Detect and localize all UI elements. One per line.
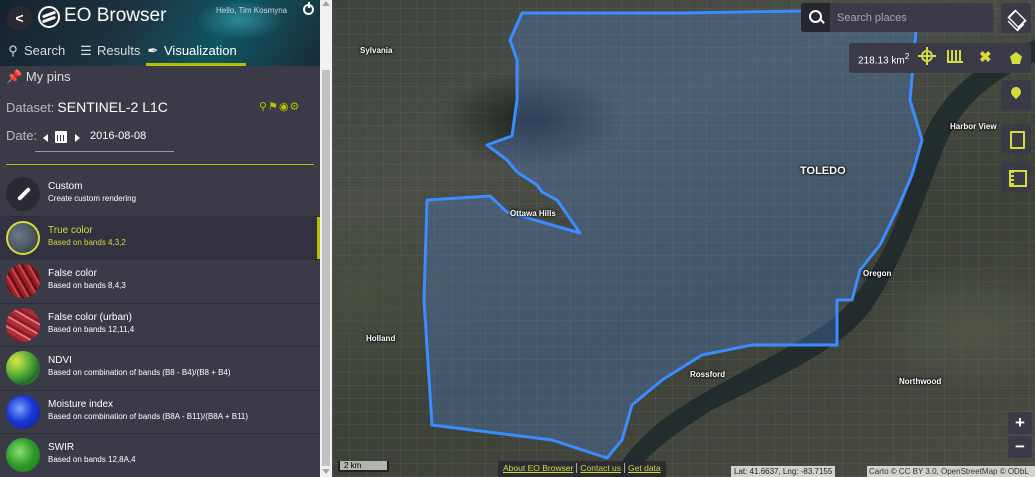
divider [6, 164, 314, 165]
layer-name: SWIR [48, 442, 75, 453]
layer-name: False color [48, 268, 97, 279]
layer-description: Create custom rendering [48, 194, 137, 203]
date-value[interactable]: 2016-08-08 [90, 130, 146, 142]
draw-aoi-pentagon-icon[interactable] [1001, 43, 1031, 73]
sidebar: < EO Browser Hello, Tim Kosmyna ⚲ Search … [0, 0, 332, 477]
layer-description: Based on bands 12,11,4 [48, 324, 135, 334]
clear-aoi-icon[interactable]: ✖ [979, 48, 992, 66]
layer-item-swir[interactable]: SWIR Based on bands 12,8A,4 [0, 434, 320, 477]
center-on-aoi-icon[interactable] [918, 47, 936, 65]
pin-icon[interactable]: ⚑ [268, 101, 279, 113]
layer-item-custom[interactable]: Custom Create custom rendering [0, 173, 320, 217]
layer-item-false-color-urban[interactable]: False color (urban) Based on bands 12,11… [0, 304, 320, 347]
zoom-in-button[interactable]: + [1008, 412, 1032, 434]
search-icon: ⚲ [8, 43, 18, 58]
contact-link[interactable]: Contact us [577, 463, 626, 473]
map-label-northwood: Northwood [899, 377, 942, 386]
my-pins-label: My pins [25, 69, 71, 84]
search-icon[interactable]: ⚲ [259, 101, 268, 113]
gear-icon[interactable]: ⚙ [290, 101, 301, 113]
layer-thumbnail [6, 307, 40, 342]
scroll-up-arrow-icon[interactable] [322, 1, 330, 6]
logout-power-icon[interactable] [303, 2, 314, 15]
layer-name: False color (urban) [48, 311, 132, 323]
tab-search-label: Search [24, 43, 66, 58]
layer-name: Custom [48, 181, 83, 192]
pin-icon: 📌 [6, 69, 23, 84]
map-layers-icon[interactable] [1001, 3, 1031, 33]
brush-icon: ✒ [147, 43, 159, 58]
layer-description: Based on combination of bands (B8A - B11… [48, 411, 249, 421]
layer-thumbnail [6, 264, 40, 298]
sliders-icon: ☰ [80, 43, 92, 58]
layer-name: True color [48, 224, 93, 236]
tab-visualization[interactable]: ✒ Visualization [146, 40, 246, 66]
aoi-area-text: 218.13 km [858, 55, 905, 67]
map-attribution: Carto © CC BY 3.0, OpenStreetMap © ODbL [867, 466, 1035, 477]
app-title: EO Browser [64, 5, 167, 26]
get-data-link[interactable]: Get data [625, 463, 664, 473]
layer-description: Based on combination of bands (B8 - B4)/… [48, 368, 231, 377]
layer-item-true-color[interactable]: True color Based on bands 4,3,2 [0, 216, 320, 260]
map-label-sylvania: Sylvania [360, 46, 393, 55]
dataset-tools: ⚲⚑◉⚙ [259, 100, 300, 113]
dataset-value: SENTINEL-2 L1C [57, 99, 168, 115]
user-greeting: Hello, Tim Kosmyna [216, 6, 288, 15]
aoi-area-value: 218.13 km2 [858, 51, 909, 66]
map-label-oregon: Oregon [863, 269, 892, 278]
zoom-out-button[interactable]: − [1008, 436, 1032, 458]
date-label: Date: [6, 128, 38, 143]
area-of-interest-outline[interactable] [422, 9, 924, 460]
sidebar-scrollbar-thumb[interactable] [322, 70, 330, 466]
layer-description: Based on bands 12,8A,4 [48, 455, 136, 464]
date-picker[interactable]: 2016-08-08 [35, 126, 174, 152]
tab-search[interactable]: ⚲ Search [6, 40, 65, 66]
brush-icon [6, 177, 40, 211]
layer-item-false-color[interactable]: False color Based on bands 8,4,3 [0, 260, 320, 304]
eye-icon[interactable]: ◉ [279, 101, 290, 113]
previous-date-arrow-icon[interactable] [43, 134, 48, 142]
eo-browser-app: < EO Browser Hello, Tim Kosmyna ⚲ Search … [0, 0, 1035, 477]
layer-item-ndvi[interactable]: NDVI Based on combination of bands (B8 -… [0, 347, 320, 391]
search-icon[interactable] [801, 3, 830, 32]
timelapse-film-icon[interactable] [1001, 162, 1031, 192]
search-places-input[interactable] [837, 9, 987, 26]
dataset-label: Dataset: [6, 100, 55, 115]
scale-bar: 2 km [338, 461, 389, 472]
map-label-ottawa-hills: Ottawa Hills [510, 209, 556, 218]
footer-links: About EO Browser Contact us Get data [498, 461, 666, 477]
dataset-row: Dataset: SENTINEL-2 L1C [6, 99, 168, 115]
tab-results-label: Results [97, 43, 141, 58]
aoi-area-unit: 2 [904, 51, 910, 61]
next-date-arrow-icon[interactable] [75, 134, 80, 142]
map-label-harbor-view: Harbor View [950, 122, 997, 131]
place-search-box [801, 3, 993, 32]
my-pins-toggle[interactable]: 📌 My pins [6, 69, 71, 85]
cursor-coordinates: Lat: 41.6637, Lng: -83.7155 [731, 466, 836, 477]
layer-thumbnail [6, 394, 40, 429]
tab-visualization-label: Visualization [164, 43, 237, 58]
layer-thumbnail [6, 351, 40, 385]
map-label-rossford: Rossford [690, 370, 726, 379]
location-marker-icon[interactable] [1001, 80, 1031, 110]
layer-item-moisture-index[interactable]: Moisture index Based on combination of b… [0, 391, 320, 434]
download-image-icon[interactable] [1001, 124, 1031, 154]
layer-thumbnail [6, 220, 40, 255]
eo-browser-logo-icon [38, 6, 60, 28]
layer-list: Custom Create custom rendering True colo… [0, 173, 320, 477]
collapse-sidebar-button[interactable]: < [7, 6, 32, 31]
map-label-holland: Holland [366, 334, 396, 343]
about-link[interactable]: About EO Browser [500, 463, 578, 473]
tab-results[interactable]: ☰ Results [79, 40, 140, 66]
aoi-panel: 218.13 km2 ✖ [849, 43, 1001, 73]
layer-description: Based on bands 8,4,3 [48, 281, 126, 290]
statistics-chart-icon[interactable] [947, 50, 963, 63]
layer-name: Moisture index [48, 398, 114, 410]
map-label-toledo: TOLEDO [800, 165, 846, 177]
layer-name: NDVI [48, 355, 72, 366]
layer-description: Based on bands 4,3,2 [48, 237, 126, 247]
calendar-icon[interactable] [55, 131, 67, 143]
scroll-down-arrow-icon[interactable] [322, 469, 330, 474]
layer-thumbnail [6, 438, 40, 472]
